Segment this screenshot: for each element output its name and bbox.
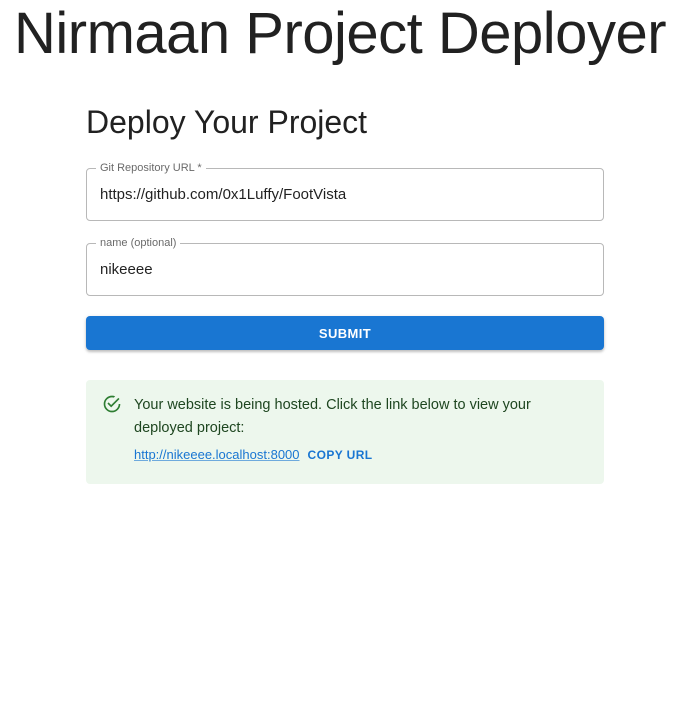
app-title: Nirmaan Project Deployer (13, 1, 667, 66)
alert-message: Your website is being hosted. Click the … (134, 397, 531, 436)
alert-body: Your website is being hosted. Click the … (134, 394, 588, 462)
project-name-field[interactable]: name (optional) (86, 237, 604, 296)
deploy-form: Deploy Your Project Git Repository URL *… (86, 100, 604, 484)
submit-button[interactable]: SUBMIT (86, 316, 604, 350)
alert-actions: http://nikeeee.localhost:8000 COPY URL (134, 447, 588, 462)
form-title: Deploy Your Project (86, 104, 368, 140)
deployed-project-link[interactable]: http://nikeeee.localhost:8000 (134, 447, 300, 462)
repo-url-field[interactable]: Git Repository URL * (86, 162, 604, 221)
success-alert: Your website is being hosted. Click the … (86, 380, 604, 484)
repo-url-input[interactable] (87, 169, 603, 220)
project-name-input[interactable] (87, 244, 603, 295)
check-circle-icon (102, 394, 122, 414)
copy-url-button[interactable]: COPY URL (308, 448, 373, 462)
